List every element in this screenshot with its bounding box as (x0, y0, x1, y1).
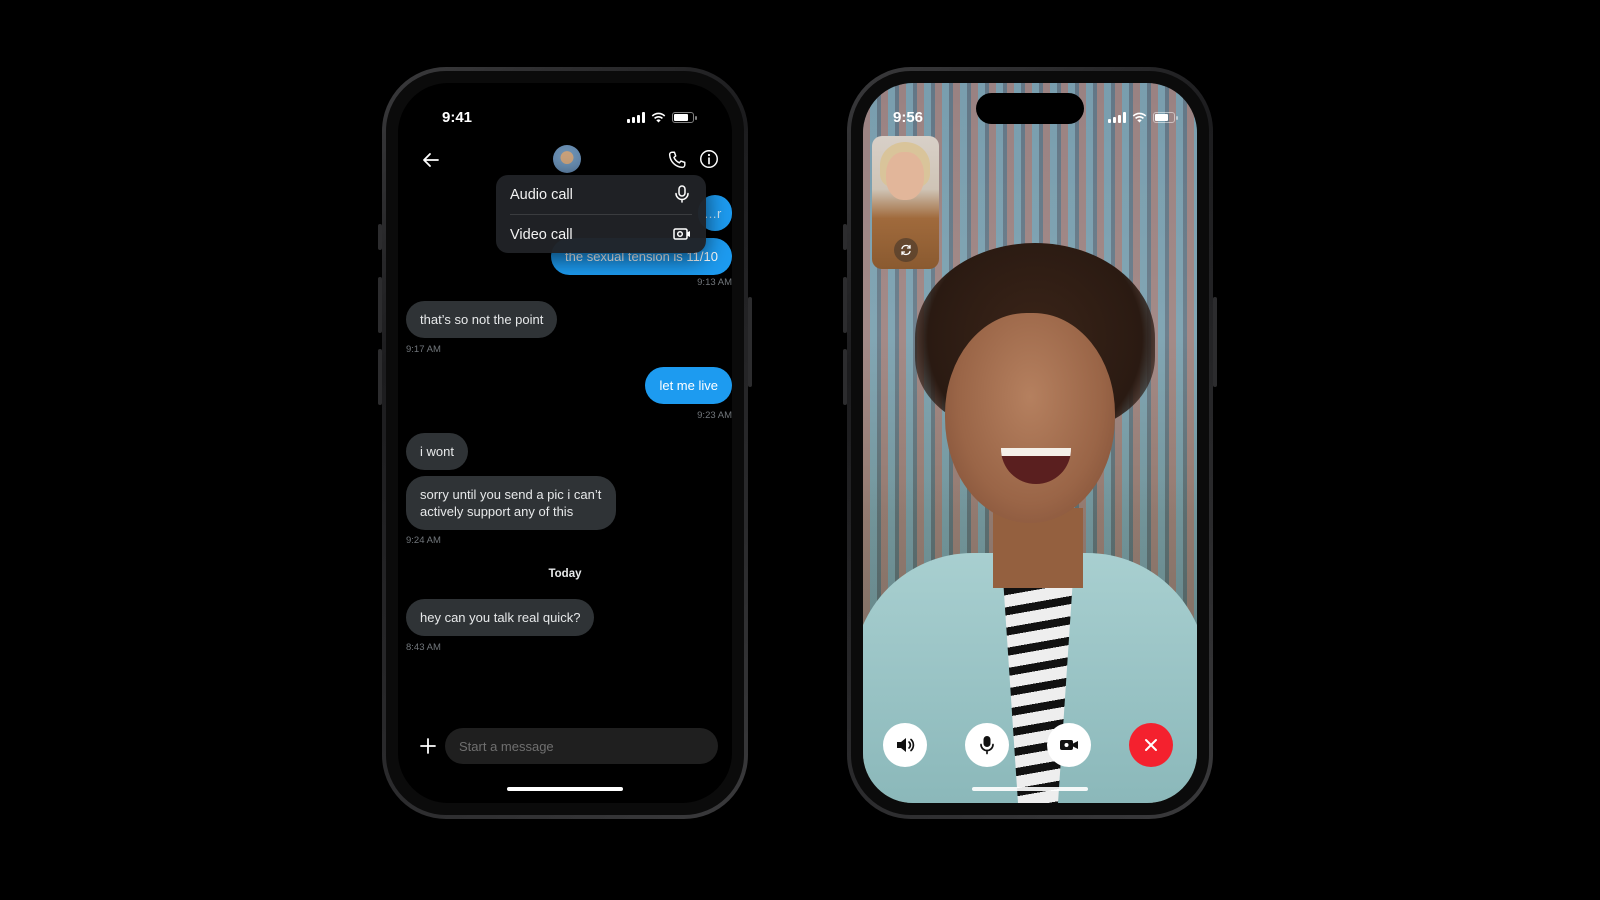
message-composer (398, 728, 732, 764)
day-separator: Today (548, 568, 582, 580)
message-bubble-outgoing[interactable]: let me live (645, 367, 732, 404)
volume-down-button (378, 349, 382, 405)
dynamic-island (976, 93, 1084, 124)
message-timestamp: 8:43 AM (406, 642, 441, 653)
volume-up-button (843, 277, 847, 333)
camera-flip-button[interactable] (894, 238, 918, 262)
power-button (748, 297, 752, 387)
camera-flip-icon (901, 244, 911, 256)
call-options-menu: Audio call Video call (496, 175, 706, 253)
phone-video-call: 9:56 (843, 67, 1217, 819)
camera-toggle-button[interactable] (1047, 723, 1091, 767)
mute-button[interactable] (965, 723, 1009, 767)
end-call-button[interactable] (1129, 723, 1173, 767)
action-button (843, 224, 847, 250)
call-controls (863, 723, 1197, 767)
video-camera-icon (1060, 740, 1078, 750)
status-time: 9:56 (893, 108, 924, 126)
message-bubble-incoming[interactable]: that’s so not the point (406, 301, 558, 338)
home-indicator[interactable] (972, 787, 1088, 791)
power-button (1213, 297, 1217, 387)
close-icon (1145, 739, 1157, 751)
message-input[interactable] (445, 728, 718, 764)
menu-item-video-call[interactable]: Video call (496, 215, 706, 254)
menu-item-audio-call[interactable]: Audio call (496, 175, 706, 214)
battery-icon (1153, 111, 1178, 123)
chat-screen: 9:41 …r the sexual tension is 11/10 9:13… (398, 83, 732, 803)
message-timestamp: 9:17 AM (406, 344, 441, 355)
wifi-icon (1132, 112, 1147, 122)
speaker-button[interactable] (883, 723, 927, 767)
video-call-screen: 9:56 (863, 83, 1197, 803)
message-timestamp: 9:13 AM (697, 277, 732, 288)
phone-dm-chat: 9:41 …r the sexual tension is 11/10 9:13… (378, 67, 752, 819)
video-camera-icon (673, 228, 690, 240)
message-bubble-incoming[interactable]: sorry until you send a pic i can’t activ… (406, 476, 616, 530)
message-bubble-incoming[interactable]: i wont (406, 433, 468, 470)
message-timestamp: 9:24 AM (406, 535, 441, 546)
self-video-preview[interactable] (872, 136, 939, 269)
volume-up-button (378, 277, 382, 333)
microphone-icon (675, 185, 689, 203)
plus-icon[interactable] (418, 736, 438, 756)
message-timestamp: 9:23 AM (697, 410, 732, 421)
volume-down-button (843, 349, 847, 405)
cellular-signal-icon (1108, 111, 1126, 123)
action-button (378, 224, 382, 250)
home-indicator[interactable] (507, 787, 623, 791)
microphone-icon (980, 736, 994, 755)
message-bubble-incoming[interactable]: hey can you talk real quick? (406, 599, 595, 636)
speaker-icon (897, 738, 915, 752)
remote-participant-video (863, 233, 1197, 803)
